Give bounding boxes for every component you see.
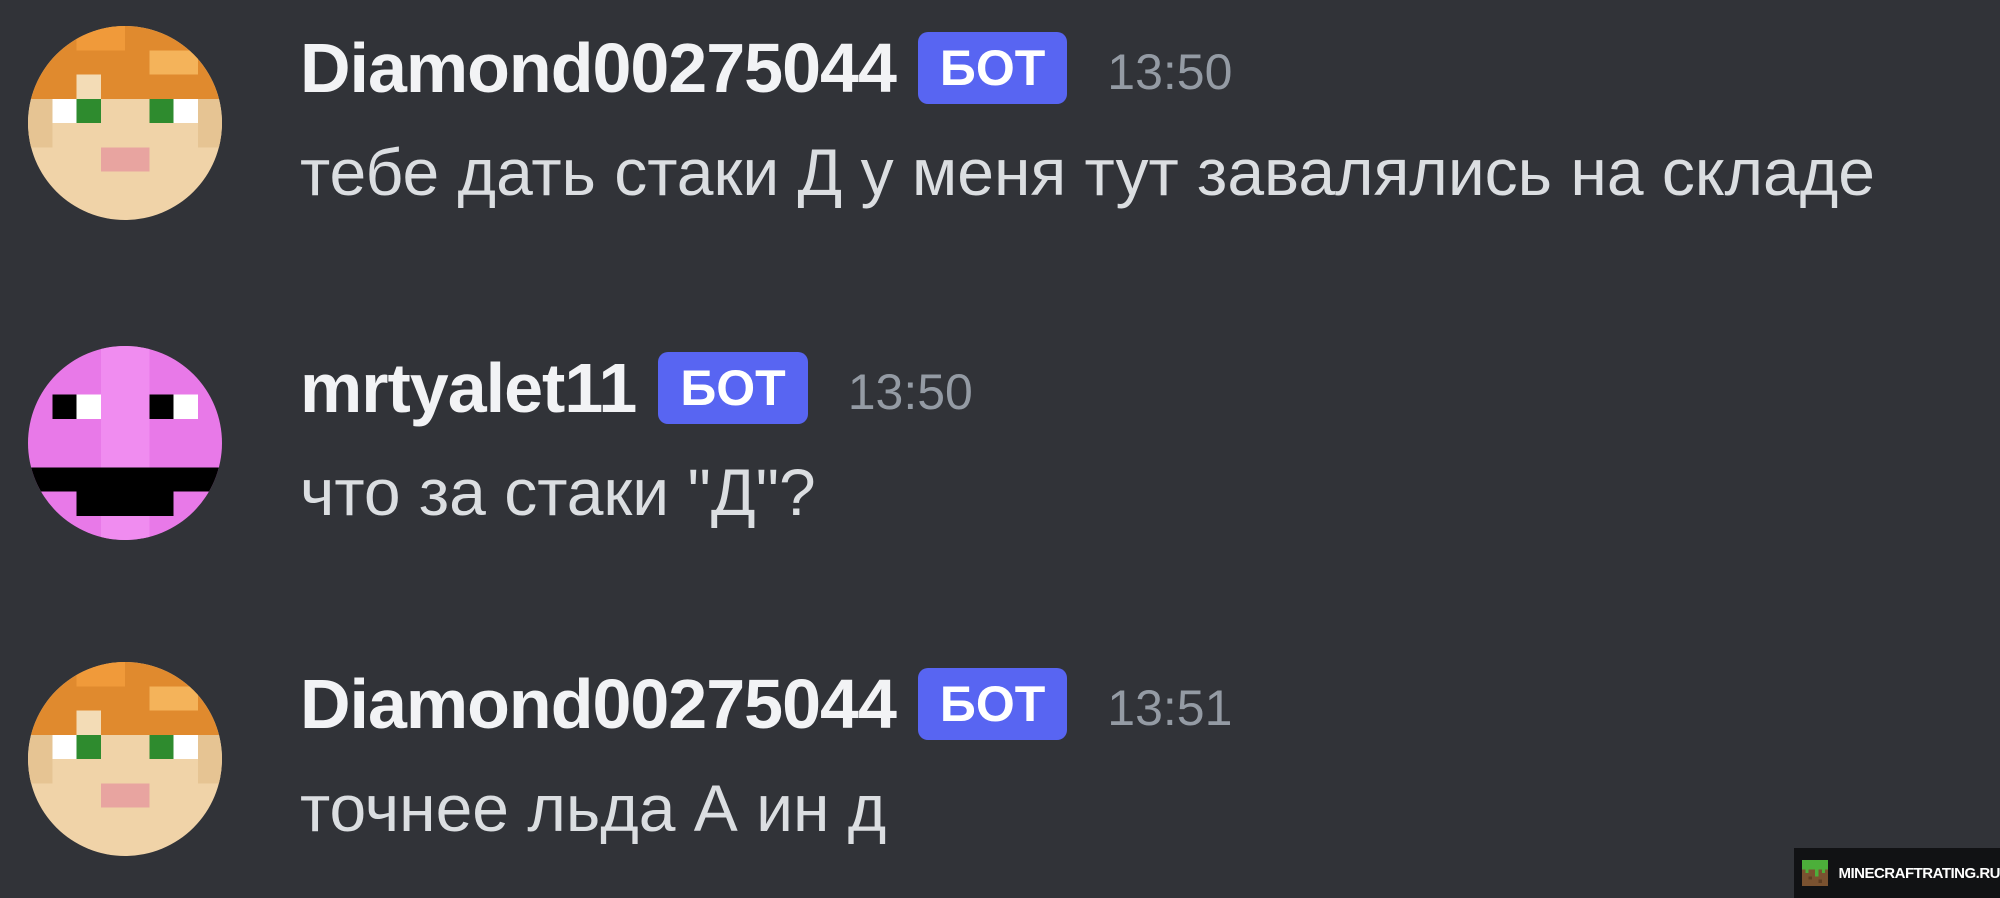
username[interactable]: Diamond00275044 [300,28,897,108]
username[interactable]: mrtyalet11 [300,348,637,428]
message-content: тебе дать стаки Д у меня тут завалялись … [300,135,1875,209]
alex-minecraft-avatar-icon[interactable] [28,662,222,856]
timestamp[interactable]: 13:51 [1107,660,1232,748]
timestamp[interactable]: 13:50 [1107,24,1232,112]
watermark-text: MINECRAFTRATING.RU [1838,864,2000,882]
message-2: mrtyalet11 БОТ 13:50 что за стаки "Д"? [0,320,2000,540]
watermark: MINECRAFTRATING.RU [1794,848,2000,898]
username[interactable]: Diamond00275044 [300,664,897,744]
alex-minecraft-avatar-icon[interactable] [28,26,222,220]
message-content: точнее льда А ин д [300,771,887,845]
message-header: Diamond00275044 БОТ 13:51 [300,664,1232,744]
bot-badge: БОТ [917,32,1068,104]
pink-creeper-face-avatar-icon[interactable] [28,346,222,540]
message-header: Diamond00275044 БОТ 13:50 [300,28,1232,108]
message-3: Diamond00275044 БОТ 13:51 точнее льда А … [0,636,2000,856]
bot-badge: БОТ [917,668,1068,740]
message-content: что за стаки "Д"? [300,455,816,529]
bot-badge: БОТ [658,352,808,424]
grass-block-icon [1802,859,1829,887]
message-header: mrtyalet11 БОТ 13:50 [300,348,973,428]
timestamp[interactable]: 13:50 [848,344,973,432]
message-1: Diamond00275044 БОТ 13:50 тебе дать стак… [0,0,2000,220]
